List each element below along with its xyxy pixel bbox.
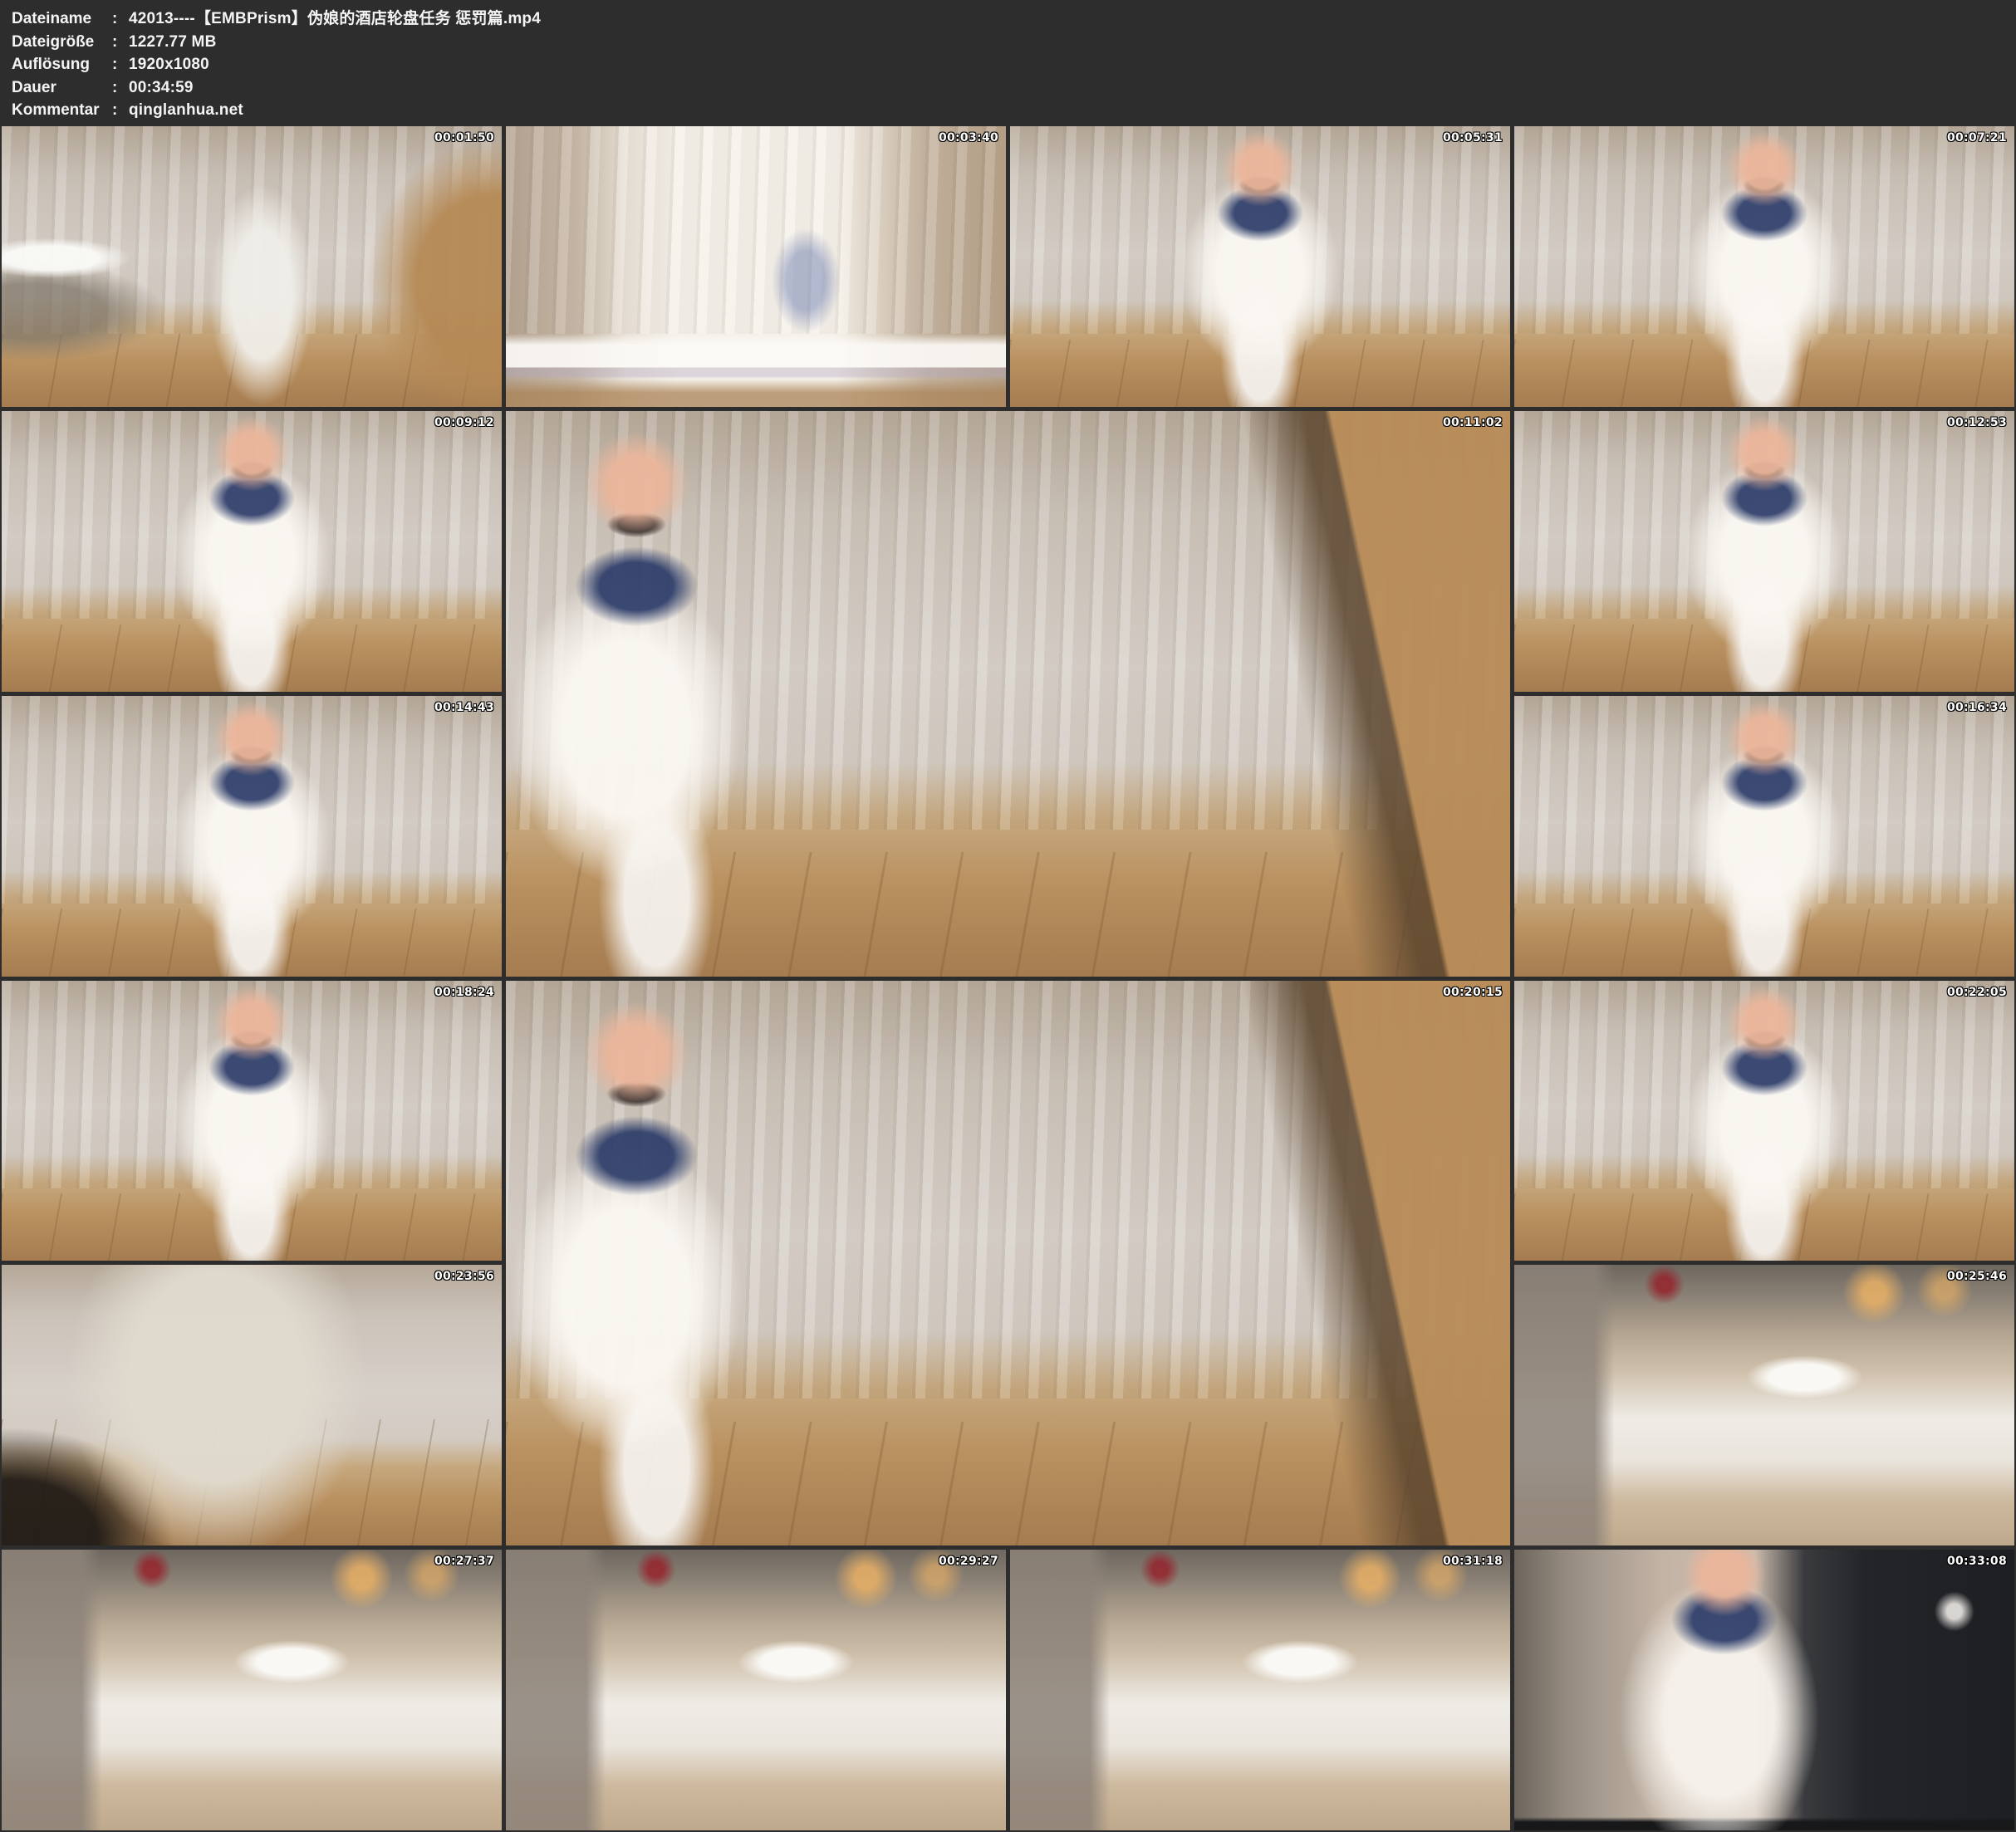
- thumbnail-frame: 00:16:34: [1514, 696, 2014, 977]
- meta-value-comment: qinglanhua.net: [129, 99, 243, 122]
- meta-row-kommentar: Kommentar:qinglanhua.net: [12, 99, 2016, 122]
- meta-value-filesize: 1227.77 MB: [129, 31, 217, 54]
- thumbnail-frame: 00:33:08: [1514, 1550, 2014, 1830]
- meta-row-dauer: Dauer:00:34:59: [12, 76, 2016, 100]
- thumbnail-frame: 00:25:46: [1514, 1265, 2014, 1545]
- meta-label: Dauer: [12, 76, 112, 100]
- meta-separator: :: [112, 53, 129, 76]
- thumbnail-frame: 00:31:18: [1010, 1550, 1510, 1830]
- meta-value-resolution: 1920x1080: [129, 53, 209, 76]
- meta-label: Dateiname: [12, 7, 112, 31]
- meta-label: Auflösung: [12, 53, 112, 76]
- timestamp-overlay: 00:14:43: [434, 702, 494, 713]
- thumbnail-frame: 00:03:40: [506, 126, 1006, 407]
- meta-row-dateigroesse: Dateigröße:1227.77 MB: [12, 31, 2016, 54]
- meta-separator: :: [112, 76, 129, 100]
- meta-value-filename: 42013----【EMBPrism】伪娘的酒店轮盘任务 惩罚篇.mp4: [129, 7, 541, 31]
- thumbnail-frame: 00:05:31: [1010, 126, 1510, 407]
- timestamp-overlay: 00:25:46: [1947, 1271, 2007, 1282]
- timestamp-overlay: 00:03:40: [939, 132, 998, 144]
- meta-separator: :: [112, 31, 129, 54]
- thumbnail-frame: 00:22:05: [1514, 981, 2014, 1261]
- meta-row-aufloesung: Auflösung:1920x1080: [12, 53, 2016, 76]
- timestamp-overlay: 00:29:27: [939, 1555, 998, 1567]
- thumbnail-frame: 00:23:56: [2, 1265, 502, 1545]
- thumbnail-frame-large: 00:20:15: [506, 981, 1510, 1546]
- thumbnail-frame-large: 00:11:02: [506, 411, 1510, 977]
- meta-row-dateiname: Dateiname:42013----【EMBPrism】伪娘的酒店轮盘任务 惩…: [12, 7, 2016, 31]
- meta-separator: :: [112, 7, 129, 31]
- timestamp-overlay: 00:05:31: [1443, 132, 1503, 144]
- timestamp-overlay: 00:11:02: [1443, 417, 1503, 429]
- thumbnail-grid: 00:01:50 00:03:40 00:05:31 00:07:21 00:0…: [0, 125, 2016, 1832]
- timestamp-overlay: 00:33:08: [1947, 1555, 2007, 1567]
- timestamp-overlay: 00:18:24: [434, 987, 494, 998]
- thumbnail-frame: 00:07:21: [1514, 126, 2014, 407]
- thumbnail-frame: 00:01:50: [2, 126, 502, 407]
- thumbnail-frame: 00:29:27: [506, 1550, 1006, 1830]
- thumbnail-frame: 00:18:24: [2, 981, 502, 1261]
- timestamp-overlay: 00:27:37: [434, 1555, 494, 1567]
- metadata-header: Dateiname:42013----【EMBPrism】伪娘的酒店轮盘任务 惩…: [0, 0, 2016, 125]
- timestamp-overlay: 00:31:18: [1443, 1555, 1503, 1567]
- meta-separator: :: [112, 99, 129, 122]
- contact-sheet: { "colors": { "background": "#2d2d2e", "…: [0, 0, 2016, 1832]
- thumbnail-frame: 00:09:12: [2, 411, 502, 692]
- thumbnail-frame: 00:14:43: [2, 696, 502, 977]
- timestamp-overlay: 00:16:34: [1947, 702, 2007, 713]
- meta-label: Kommentar: [12, 99, 112, 122]
- timestamp-overlay: 00:20:15: [1443, 987, 1503, 998]
- timestamp-overlay: 00:09:12: [434, 417, 494, 429]
- thumbnail-frame: 00:12:53: [1514, 411, 2014, 692]
- timestamp-overlay: 00:12:53: [1947, 417, 2007, 429]
- timestamp-overlay: 00:01:50: [434, 132, 494, 144]
- thumbnail-frame: 00:27:37: [2, 1550, 502, 1830]
- timestamp-overlay: 00:07:21: [1947, 132, 2007, 144]
- meta-value-duration: 00:34:59: [129, 76, 194, 100]
- timestamp-overlay: 00:22:05: [1947, 987, 2007, 998]
- timestamp-overlay: 00:23:56: [434, 1271, 494, 1282]
- meta-label: Dateigröße: [12, 31, 112, 54]
